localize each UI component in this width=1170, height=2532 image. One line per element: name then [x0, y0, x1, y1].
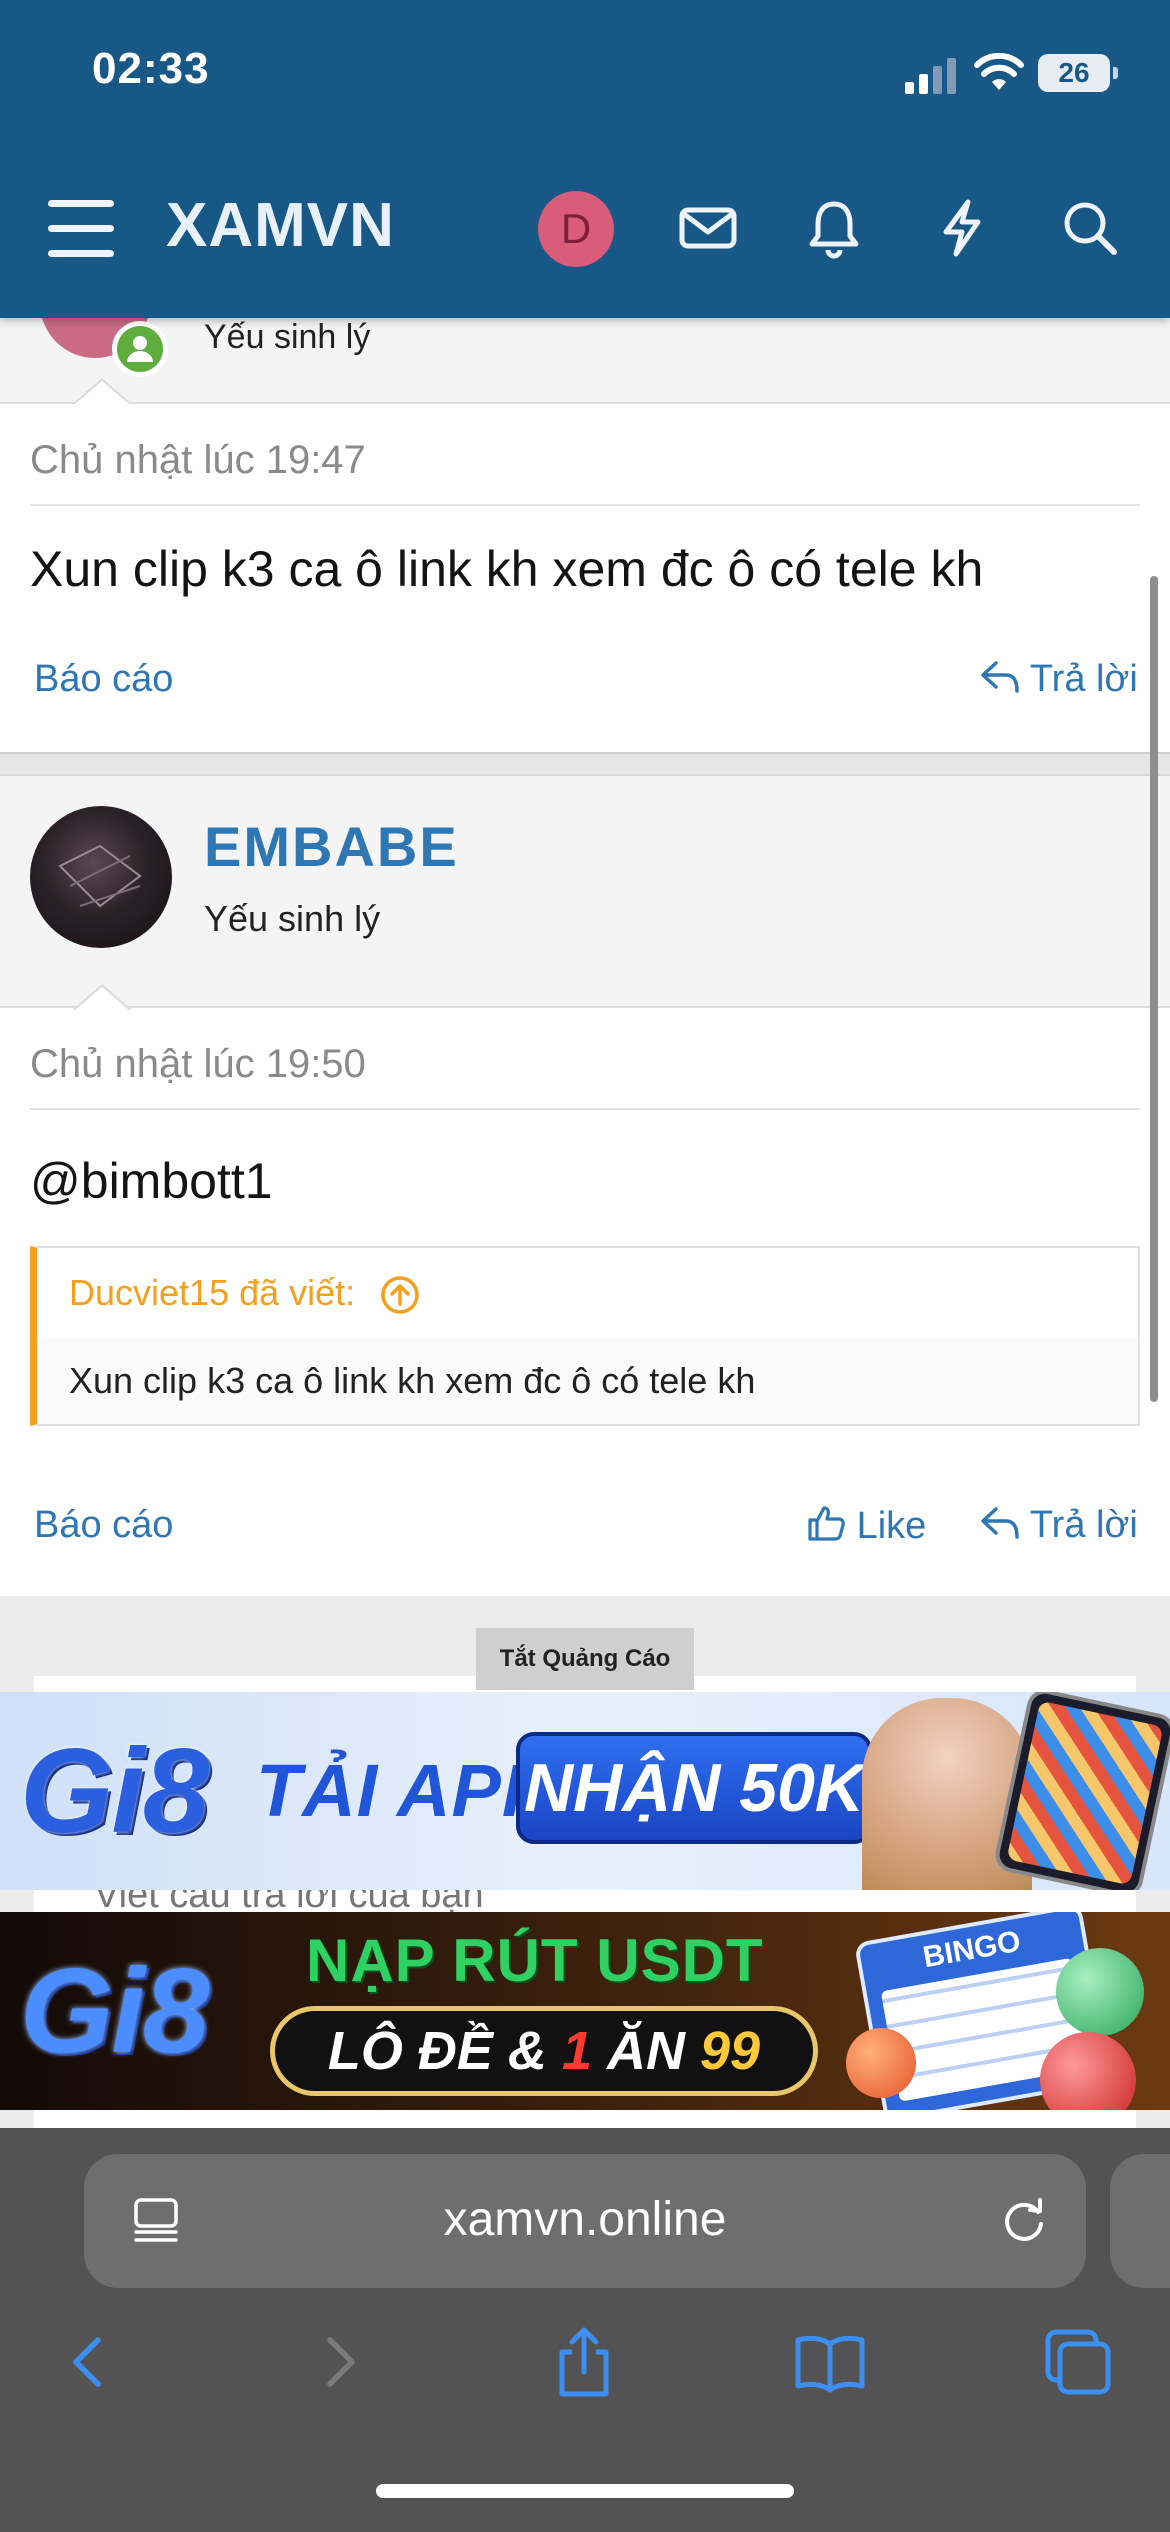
- tabs-icon[interactable]: [1040, 2324, 1116, 2400]
- search-icon[interactable]: [1058, 196, 1122, 260]
- wifi-icon: [974, 52, 1024, 90]
- divider: [30, 1108, 1140, 1110]
- post-userbar: EMBABE Yếu sinh lý: [0, 776, 1170, 1008]
- reply-label: Trả lời: [1029, 1504, 1138, 1546]
- reload-icon[interactable]: [994, 2190, 1054, 2250]
- ad-banner-1[interactable]: Gi8 TẢI APP NHẬN 50K: [0, 1692, 1170, 1890]
- ad-brand-logo: Gi8: [20, 1944, 209, 2078]
- user-title: Yếu sinh lý: [204, 898, 381, 939]
- forward-icon: [327, 2337, 355, 2387]
- mention-text[interactable]: @bimbott1: [30, 1152, 273, 1210]
- reply-button[interactable]: Trả lời: [980, 1504, 1138, 1547]
- post-date[interactable]: Chủ nhật lúc 19:50: [30, 1042, 366, 1087]
- battery-indicator: 26: [1038, 54, 1118, 92]
- bolt-icon[interactable]: [930, 196, 994, 260]
- scrollbar[interactable]: [1150, 576, 1158, 1402]
- quote-text: Xun clip k3 ca ô link kh xem đc ô có tel…: [69, 1360, 756, 1401]
- reply-icon: [981, 1507, 1019, 1539]
- post-separator: [0, 752, 1170, 776]
- status-time: 02:33: [92, 44, 210, 93]
- online-status-icon: [112, 321, 168, 377]
- bookmarks-icon[interactable]: [792, 2324, 868, 2400]
- bell-icon[interactable]: [802, 196, 866, 260]
- ad-cta: NHẬN 50K: [516, 1732, 872, 1844]
- disable-ads-button[interactable]: Tắt Quảng Cáo: [476, 1628, 694, 1690]
- user-title: Yếu sinh lý: [204, 318, 371, 356]
- username[interactable]: EMBABE: [204, 814, 459, 879]
- home-indicator[interactable]: [376, 2484, 794, 2498]
- reply-icon: [981, 661, 1019, 693]
- report-link[interactable]: Báo cáo: [34, 658, 173, 701]
- ad-ball: [1056, 1948, 1144, 2036]
- account-avatar[interactable]: D: [538, 191, 614, 267]
- ad-brand-logo: Gi8: [20, 1724, 209, 1858]
- ad-banner-2[interactable]: Gi8 NẠP RÚT USDT LÔ ĐỀ & 1 ĂN 99 BINGO: [0, 1912, 1170, 2110]
- like-button[interactable]: Like: [806, 1504, 926, 1548]
- arrow-up-circle-icon[interactable]: [379, 1274, 421, 1316]
- ad-text: NẠP RÚT USDT: [306, 1927, 764, 1994]
- back-icon[interactable]: [50, 2324, 126, 2400]
- reply-button[interactable]: Trả lời: [980, 658, 1138, 701]
- cellular-signal-icon: [905, 58, 956, 94]
- quote-header[interactable]: Ducviet15 đã viết:: [37, 1248, 1138, 1338]
- site-logo[interactable]: XAMVN: [166, 190, 395, 261]
- url-text[interactable]: xamvn.online: [84, 2192, 1086, 2247]
- divider: [30, 504, 1140, 506]
- like-label: Like: [856, 1505, 927, 1547]
- ad-cta: LÔ ĐỀ & 1 ĂN 99: [270, 2006, 818, 2096]
- browser-toolbar: xamvn.online: [0, 2128, 1170, 2532]
- mail-icon[interactable]: [676, 196, 740, 260]
- next-tab-peek[interactable]: [1110, 2154, 1170, 2288]
- quote-author: Ducviet15 đã viết:: [69, 1272, 356, 1313]
- ad-ball: [846, 2028, 916, 2098]
- report-link[interactable]: Báo cáo: [34, 1504, 173, 1547]
- post-date[interactable]: Chủ nhật lúc 19:47: [30, 438, 366, 483]
- ad-text: TẢI APP: [256, 1749, 553, 1832]
- thumbs-up-icon: [808, 1506, 845, 1541]
- address-bar[interactable]: xamvn.online: [84, 2154, 1086, 2288]
- ad-phone-image: [992, 1692, 1170, 1890]
- share-icon[interactable]: [546, 2324, 622, 2400]
- reply-label: Trả lời: [1029, 658, 1138, 700]
- post-body: Xun clip k3 ca ô link kh xem đc ô có tel…: [30, 541, 984, 597]
- menu-icon[interactable]: [48, 200, 114, 258]
- quote-block: Ducviet15 đã viết: Xun clip k3 ca ô link…: [30, 1246, 1140, 1426]
- prev-post-userbar: Yếu sinh lý: [0, 248, 1170, 404]
- userbar-arrow: [72, 984, 132, 1011]
- top-bar: 02:33 26 XAMVN D: [0, 0, 1170, 318]
- avatar[interactable]: [30, 806, 172, 948]
- userbar-arrow: [72, 378, 132, 405]
